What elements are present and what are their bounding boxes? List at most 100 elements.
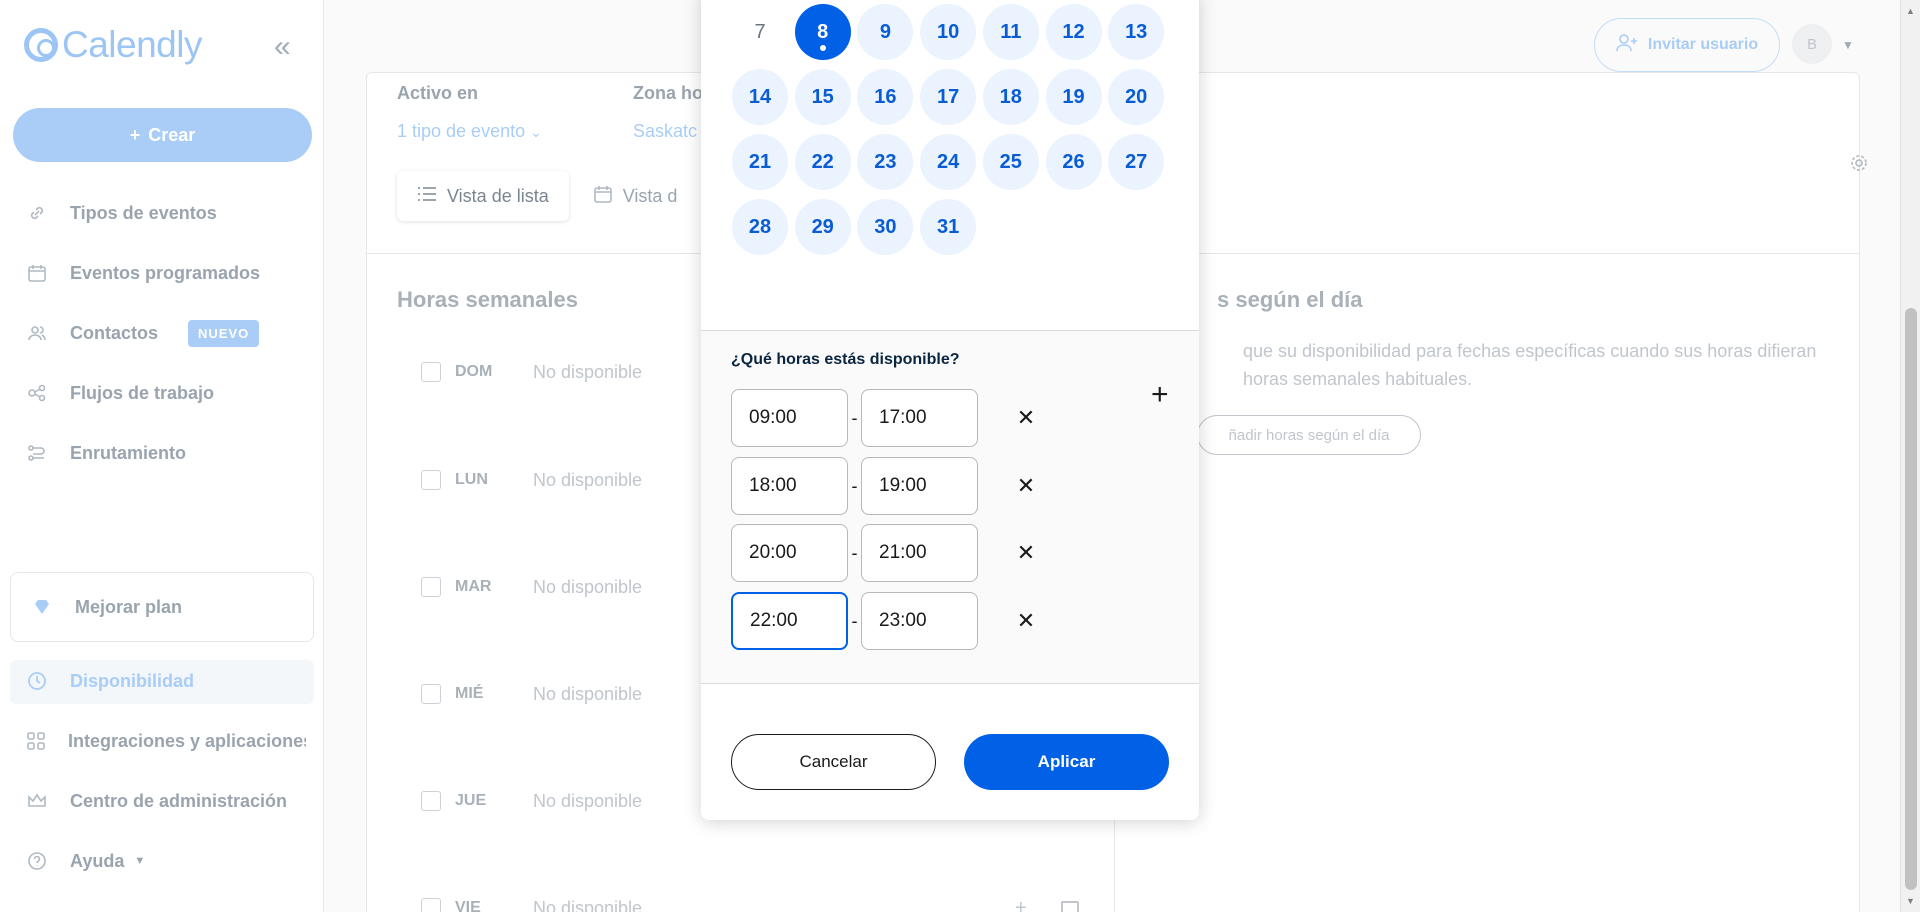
invite-user-button[interactable]: Invitar usuario: [1594, 18, 1780, 72]
day-checkbox[interactable]: [421, 362, 441, 382]
sidebar-item-scheduled-events[interactable]: Eventos programados: [26, 253, 316, 293]
start-time-input[interactable]: 18:00: [731, 457, 848, 515]
calendar-day[interactable]: 12: [1045, 4, 1102, 60]
timezone-label: Zona ho: [633, 83, 703, 103]
calendar-day[interactable]: 7: [732, 4, 788, 60]
close-icon[interactable]: ✕: [1011, 389, 1041, 447]
sidebar-item-integrations[interactable]: Integraciones y aplicaciones: [26, 721, 306, 761]
new-badge: NUEVO: [188, 319, 260, 347]
add-icon[interactable]: +: [1015, 897, 1027, 912]
scroll-down-icon[interactable]: ▼: [1906, 896, 1915, 906]
sidebar-item-admin-center[interactable]: Centro de administración: [26, 781, 316, 821]
day-name: VIE: [455, 899, 481, 912]
calendar-day[interactable]: 9: [857, 4, 914, 60]
calendar-day[interactable]: 31: [920, 199, 977, 255]
calendar-day[interactable]: 13: [1108, 4, 1165, 60]
day-status: No disponible: [533, 361, 643, 382]
calendar-day[interactable]: 17: [920, 69, 977, 125]
calendar-day[interactable]: 26: [1045, 134, 1102, 190]
day-checkbox[interactable]: [421, 791, 441, 811]
active-on-dropdown[interactable]: 1 tipo de evento ⌄: [397, 121, 542, 142]
sidebar-item-event-types[interactable]: Tipos de eventos: [26, 193, 316, 233]
add-date-specific-hours-button[interactable]: ñadir horas según el día: [1197, 415, 1421, 455]
gear-icon[interactable]: [1849, 153, 1869, 179]
scrollbar-thumb[interactable]: [1905, 308, 1917, 890]
create-button[interactable]: + Crear: [13, 108, 312, 162]
calendar-day[interactable]: 18: [982, 69, 1039, 125]
day-name: MAR: [455, 578, 492, 595]
calendar-day[interactable]: 15: [794, 69, 851, 125]
close-icon[interactable]: ✕: [1011, 592, 1041, 650]
day-checkbox[interactable]: [421, 898, 441, 912]
add-time-range-icon[interactable]: +: [1151, 378, 1169, 412]
range-separator: -: [851, 407, 858, 428]
calendar-day[interactable]: 11: [982, 4, 1039, 60]
copy-icon[interactable]: [1061, 901, 1079, 912]
calendar-day[interactable]: 23: [857, 134, 914, 190]
sidebar-item-label: Contactos: [70, 322, 159, 343]
calendar-day[interactable]: 19: [1045, 69, 1102, 125]
tab-label: Vista d: [622, 185, 678, 206]
create-button-label: Crear: [148, 124, 196, 145]
day-row-friday: VIE No disponible +: [421, 893, 1079, 912]
tab-list-view[interactable]: Vista de lista: [397, 171, 569, 221]
start-time-input[interactable]: 20:00: [731, 524, 848, 582]
apply-button[interactable]: Aplicar: [964, 734, 1169, 790]
calendar-day-selected[interactable]: 8: [794, 4, 851, 60]
help-icon: [26, 850, 48, 872]
end-time-input[interactable]: 21:00: [861, 524, 978, 582]
sidebar-item-contacts[interactable]: Contactos NUEVO: [26, 313, 316, 353]
end-time-input[interactable]: 19:00: [861, 457, 978, 515]
day-checkbox[interactable]: [421, 577, 441, 597]
list-icon: [417, 186, 437, 207]
collapse-sidebar-icon[interactable]: «: [274, 30, 291, 64]
add-user-icon: [1616, 33, 1638, 58]
calendar-day[interactable]: 28: [732, 199, 788, 255]
avatar[interactable]: B: [1792, 24, 1832, 64]
close-icon[interactable]: ✕: [1011, 457, 1041, 515]
end-time-input[interactable]: 23:00: [861, 592, 978, 650]
range-separator: -: [851, 475, 858, 496]
sidebar-item-help[interactable]: Ayuda ▼: [26, 841, 316, 881]
page-scrollbar[interactable]: ▲ ▼: [1900, 0, 1920, 912]
date-specific-title: s según el día: [1217, 287, 1363, 312]
day-checkbox[interactable]: [421, 684, 441, 704]
sidebar-item-availability[interactable]: Disponibilidad: [26, 661, 316, 701]
calendar-day[interactable]: 10: [920, 4, 977, 60]
cancel-button[interactable]: Cancelar: [731, 734, 936, 790]
calendar-day[interactable]: 22: [794, 134, 851, 190]
calendar-day[interactable]: 16: [857, 69, 914, 125]
close-icon[interactable]: ✕: [1011, 524, 1041, 582]
start-time-input[interactable]: 22:00: [731, 592, 848, 650]
calendar-day[interactable]: 24: [920, 134, 977, 190]
calendar-day[interactable]: 14: [732, 69, 788, 125]
sidebar-item-label: Flujos de trabajo: [70, 382, 215, 403]
timezone-dropdown[interactable]: Saskatc: [633, 121, 697, 142]
scroll-up-icon[interactable]: ▲: [1906, 6, 1915, 16]
sidebar-item-label: Tipos de eventos: [70, 202, 217, 223]
calendar-day[interactable]: 27: [1108, 134, 1165, 190]
sidebar-item-label: Enrutamiento: [70, 442, 187, 463]
tab-label: Vista de lista: [447, 185, 549, 206]
calendar-day[interactable]: 29: [794, 199, 851, 255]
date-specific-description: que su disponibilidad para fechas especí…: [1243, 341, 1817, 389]
chevron-down-icon: ⌄: [530, 124, 542, 140]
range-separator: -: [851, 542, 858, 563]
calendar-day[interactable]: 20: [1108, 69, 1165, 125]
calendly-logo[interactable]: Calendly: [24, 24, 202, 66]
day-checkbox[interactable]: [421, 470, 441, 490]
start-time-input[interactable]: 09:00: [731, 389, 848, 447]
calendar-icon: [593, 184, 613, 209]
chevron-down-icon[interactable]: ▼: [1842, 38, 1854, 52]
sidebar-item-workflows[interactable]: Flujos de trabajo: [26, 373, 316, 413]
upgrade-plan-button[interactable]: Mejorar plan: [10, 572, 314, 642]
calendar-day[interactable]: 30: [857, 199, 914, 255]
weekly-hours-title: Horas semanales: [397, 287, 578, 312]
calendar-day[interactable]: 21: [732, 134, 788, 190]
tab-calendar-view[interactable]: Vista d: [573, 171, 698, 221]
date-override-popup: 7 8 9 10 11 12 13 14 15 16 17 18 19 20 21 22 23 24 25 26 27 2…: [701, 0, 1199, 820]
sidebar-item-routing[interactable]: Enrutamiento: [26, 433, 316, 473]
calendar-day[interactable]: 25: [982, 134, 1039, 190]
sidebar-item-label: Centro de administración: [70, 790, 288, 811]
end-time-input[interactable]: 17:00: [861, 389, 978, 447]
